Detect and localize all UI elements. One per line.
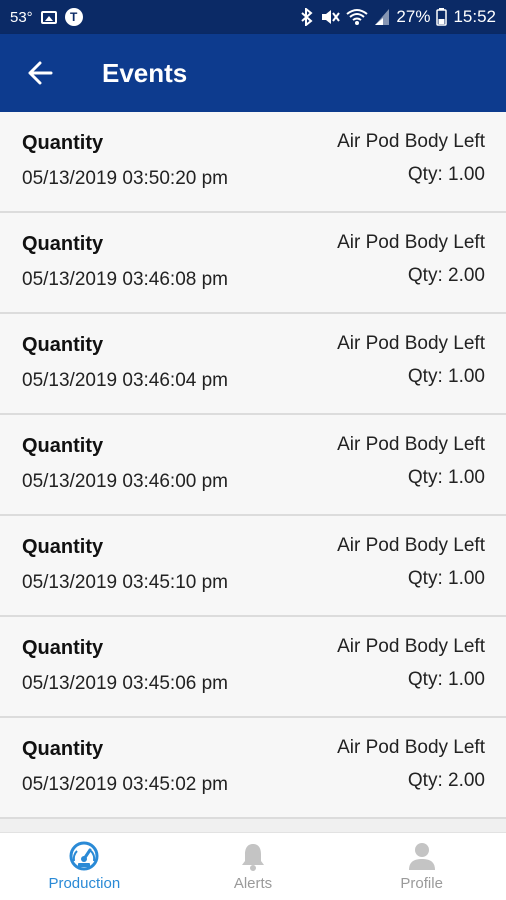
list-item[interactable]: Quantity 05/13/2019 03:45:10 pm Air Pod … xyxy=(0,516,506,617)
event-quantity: Qty: 2.00 xyxy=(407,770,485,791)
event-timestamp: 05/13/2019 03:50:20 pm xyxy=(22,168,229,189)
battery-icon xyxy=(436,8,448,26)
event-timestamp: 05/13/2019 03:45:06 pm xyxy=(22,673,229,694)
event-timestamp: 05/13/2019 03:46:00 pm xyxy=(22,471,229,492)
event-quantity: Qty: 1.00 xyxy=(407,568,485,589)
tab-profile-label: Profile xyxy=(400,875,443,892)
event-timestamp: 05/13/2019 03:45:10 pm xyxy=(22,572,229,593)
list-item[interactable]: Quantity 05/13/2019 03:46:08 pm Air Pod … xyxy=(0,213,506,314)
bottom-navigation: Production Alerts Profile xyxy=(0,832,506,900)
tab-alerts-label: Alerts xyxy=(233,875,273,892)
event-timestamp: 05/13/2019 03:46:08 pm xyxy=(22,269,229,290)
event-type: Quantity xyxy=(22,536,104,558)
app-bar: Events xyxy=(0,34,506,112)
event-type: Quantity xyxy=(22,435,104,457)
tab-production[interactable]: Production xyxy=(0,833,169,900)
signal-icon xyxy=(374,8,390,26)
event-product: Air Pod Body Left xyxy=(337,434,485,455)
back-button[interactable] xyxy=(0,34,80,112)
event-type: Quantity xyxy=(22,334,104,356)
events-list[interactable]: Quantity 05/13/2019 03:50:20 pm Air Pod … xyxy=(0,112,506,832)
event-timestamp: 05/13/2019 03:46:04 pm xyxy=(22,370,229,391)
event-quantity: Qty: 1.00 xyxy=(407,366,485,387)
bluetooth-icon xyxy=(300,8,314,26)
list-item[interactable]: Quantity 05/13/2019 03:46:04 pm Air Pod … xyxy=(0,314,506,415)
arrow-left-icon xyxy=(28,61,53,85)
page-title: Events xyxy=(102,57,188,88)
event-product: Air Pod Body Left xyxy=(337,131,485,152)
battery-percent: 27% xyxy=(396,7,431,26)
image-icon xyxy=(40,10,57,24)
status-bar: 53° T 27% 15:52 xyxy=(0,0,506,34)
event-product: Air Pod Body Left xyxy=(337,333,485,354)
list-item[interactable]: Quantity 05/13/2019 03:45:02 pm Air Pod … xyxy=(0,718,506,819)
temperature-text: 53° xyxy=(10,8,33,26)
event-timestamp: 05/13/2019 03:45:02 pm xyxy=(22,774,229,795)
event-product: Air Pod Body Left xyxy=(337,232,485,253)
event-quantity: Qty: 1.00 xyxy=(407,467,485,488)
event-type: Quantity xyxy=(22,738,104,760)
bell-icon xyxy=(242,844,264,871)
list-item[interactable]: Quantity 05/13/2019 03:50:20 pm Air Pod … xyxy=(0,112,506,213)
speedometer-icon xyxy=(69,841,99,871)
event-product: Air Pod Body Left xyxy=(337,535,485,556)
event-quantity: Qty: 2.00 xyxy=(407,265,485,286)
event-type: Quantity xyxy=(22,132,104,154)
list-item[interactable]: Quantity 05/13/2019 03:45:06 pm Air Pod … xyxy=(0,617,506,718)
event-product: Air Pod Body Left xyxy=(337,636,485,657)
list-item[interactable]: Quantity 05/13/2019 03:46:00 pm Air Pod … xyxy=(0,415,506,516)
event-quantity: Qty: 1.00 xyxy=(407,164,485,185)
event-type: Quantity xyxy=(22,233,104,255)
tab-production-label: Production xyxy=(48,875,121,892)
event-quantity: Qty: 1.00 xyxy=(407,669,485,690)
wifi-icon xyxy=(346,8,369,26)
tab-profile[interactable]: Profile xyxy=(337,833,506,900)
tab-alerts[interactable]: Alerts xyxy=(169,833,338,900)
clock: 15:52 xyxy=(453,7,496,26)
event-type: Quantity xyxy=(22,637,104,659)
t-app-icon: T xyxy=(64,8,83,26)
person-icon xyxy=(408,843,435,870)
mute-icon xyxy=(320,8,341,26)
event-product: Air Pod Body Left xyxy=(337,737,485,758)
